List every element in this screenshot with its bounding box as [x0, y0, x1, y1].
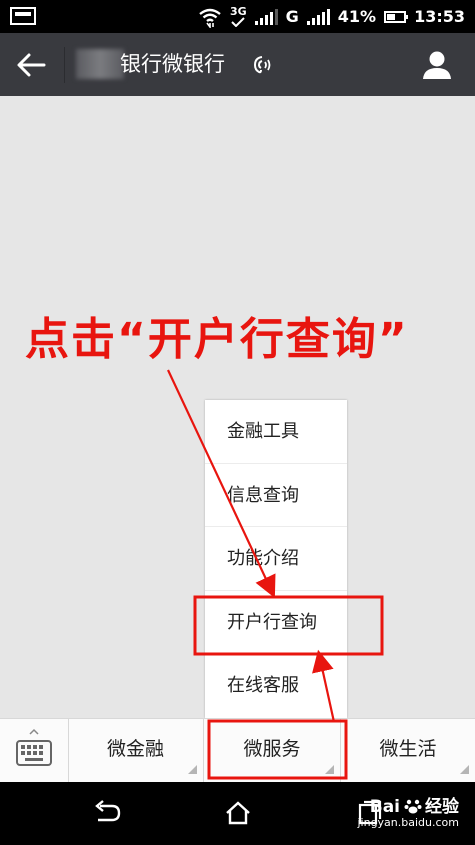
wifi-icon: [199, 8, 221, 28]
blurred-bank-name: [76, 49, 124, 79]
menu-item-online-service[interactable]: 在线客服: [205, 654, 347, 718]
checkmark-icon: [231, 16, 245, 27]
menu-item-info-query[interactable]: 信息查询: [205, 464, 347, 528]
watermark-url: jingyan.baidu.com: [357, 816, 459, 829]
profile-button[interactable]: [421, 50, 453, 80]
back-button[interactable]: [14, 51, 48, 79]
menu-item-financial-tools[interactable]: 金融工具: [205, 400, 347, 464]
tab-micro-life[interactable]: 微生活: [341, 719, 475, 782]
chat-header: 银行微银行: [0, 33, 475, 96]
status-cluster: 3G G 41% 13:53: [198, 0, 465, 33]
watermark-brand: Bai: [369, 797, 400, 817]
signal-strength-icon-2: [306, 8, 330, 25]
carrier-label: G: [285, 7, 299, 26]
clock: 13:53: [414, 7, 465, 26]
header-divider: [64, 47, 65, 83]
paw-logo-icon: [404, 799, 421, 814]
page-title: 银行微银行: [120, 52, 225, 76]
network-type-label: 3G: [229, 4, 247, 18]
back-arrow-icon: [17, 53, 46, 77]
submenu-indicator-icon: [188, 765, 197, 774]
signal-strength-icon: [254, 8, 278, 25]
baidu-jingyan-watermark: Bai 经验 jingyan.baidu.com: [357, 797, 459, 830]
nav-home-icon[interactable]: [224, 800, 252, 826]
tab-label: 微生活: [379, 738, 437, 760]
keyboard-icon: [16, 728, 52, 766]
submenu-indicator-icon: [325, 765, 334, 774]
voice-icon[interactable]: [253, 55, 271, 75]
instruction-annotation: 点击“开户行查询”: [25, 314, 409, 365]
tab-micro-service[interactable]: 微服务: [204, 719, 341, 782]
bottom-menu-bar: 微金融 微服务 微生活: [0, 718, 475, 782]
tab-label: 微服务: [243, 738, 301, 760]
watermark-product: 经验: [425, 797, 459, 817]
battery-percent: 41%: [337, 7, 377, 26]
tab-micro-finance[interactable]: 微金融: [68, 719, 204, 782]
submenu-indicator-icon: [460, 765, 469, 774]
battery-icon: [384, 10, 409, 23]
menu-item-feature-intro[interactable]: 功能介绍: [205, 527, 347, 591]
keyboard-toggle-button[interactable]: [0, 719, 69, 782]
nav-back-icon[interactable]: [92, 800, 122, 826]
user-icon: [423, 51, 451, 79]
menu-item-bank-branch-query[interactable]: 开户行查询: [205, 591, 347, 655]
tab-label: 微金融: [106, 738, 164, 760]
status-bar: 3G G 41% 13:53: [0, 0, 475, 33]
screenshot-notification-icon: [10, 7, 36, 25]
service-popup-menu: 金融工具 信息查询 功能介绍 开户行查询 在线客服: [205, 400, 347, 718]
